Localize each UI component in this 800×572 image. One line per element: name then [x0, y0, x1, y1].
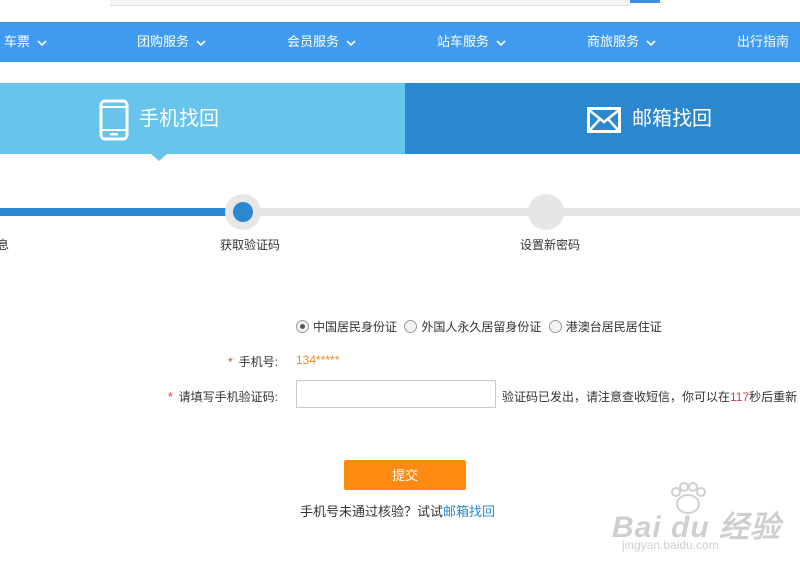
email-recovery-link[interactable]: 邮箱找回: [443, 504, 495, 519]
search-bar-remnant[interactable]: [110, 0, 630, 6]
tab-label: 邮箱找回: [632, 108, 712, 130]
tab-phone-recovery[interactable]: 手机找回: [0, 83, 405, 154]
radio-option-hkmt-permit[interactable]: 港澳台居民居住证: [548, 318, 662, 335]
radio-label: 外国人永久居留身份证: [421, 320, 542, 334]
search-button-remnant[interactable]: [630, 0, 660, 3]
countdown-seconds: 117: [730, 390, 750, 404]
nav-label: 出行指南: [737, 34, 790, 49]
chevron-down-icon: [346, 39, 356, 46]
step-label-previous: 息: [0, 238, 10, 252]
radio-option-foreigner-permit[interactable]: 外国人永久居留身份证: [404, 318, 541, 335]
submit-button[interactable]: 提交: [344, 460, 466, 490]
watermark-url: jingyan.baidu.com: [622, 538, 719, 552]
phone-label-text: 手机号:: [238, 355, 279, 369]
radio-option-resident-id[interactable]: 中国居民身份证: [296, 318, 397, 335]
hint-text-tail: 秒后重新: [749, 390, 798, 404]
chevron-down-icon: [646, 39, 656, 46]
step-marker-next: [528, 194, 564, 230]
required-mark: *: [228, 355, 233, 369]
nav-item-tickets[interactable]: 车票: [4, 22, 47, 62]
id-type-radio-group: 中国居民身份证 外国人永久居留身份证 港澳台居民居住证: [296, 318, 666, 334]
nav-item-business-travel[interactable]: 商旅服务: [587, 22, 656, 62]
radio-button[interactable]: [548, 320, 562, 333]
chevron-down-icon: [496, 39, 506, 46]
radio-button-checked[interactable]: [296, 320, 309, 333]
verification-code-input[interactable]: [296, 380, 496, 408]
step-label-next: 设置新密码: [520, 238, 581, 252]
chevron-down-icon: [196, 39, 206, 46]
nav-label: 商旅服务: [587, 34, 640, 49]
nav-label: 站车服务: [437, 34, 490, 49]
active-tab-pointer: [151, 154, 167, 161]
radio-label: 港澳台居民居住证: [565, 320, 662, 334]
tab-label: 手机找回: [139, 108, 219, 130]
hint-text: 验证码已发出，请注意查收短信，你可以在: [502, 390, 731, 404]
radio-button[interactable]: [404, 320, 418, 333]
chevron-down-icon: [37, 39, 47, 46]
step-label-current: 获取验证码: [220, 238, 281, 252]
code-label: * 请填写手机验证码:: [168, 388, 278, 405]
progress-steps: 息 获取验证码 设置新密码: [0, 190, 800, 260]
nav-label: 团购服务: [137, 34, 190, 49]
nav-item-group-buy[interactable]: 团购服务: [137, 22, 206, 62]
progress-track-completed: [0, 208, 243, 216]
tab-email-recovery[interactable]: 邮箱找回: [405, 83, 800, 154]
phone-label: * 手机号:: [228, 353, 278, 370]
nav-item-station[interactable]: 站车服务: [437, 22, 506, 62]
required-mark: *: [168, 390, 173, 404]
step-marker-current-dot: [233, 202, 253, 222]
nav-label: 车票: [4, 34, 31, 49]
recovery-method-tabs: 手机找回 邮箱找回: [0, 83, 800, 154]
nav-item-travel-guide[interactable]: 出行指南: [737, 22, 789, 62]
baidu-jingyan-watermark: Bai du 经验 jingyan.baidu.com: [612, 482, 782, 554]
phone-number-masked: 134*****: [296, 353, 340, 367]
phone-icon: [99, 99, 129, 141]
envelope-icon: [587, 107, 621, 133]
alternative-method-prompt: 手机号未通过核验？试试邮箱找回: [300, 501, 495, 520]
top-strip: [0, 0, 800, 22]
main-nav: 车票 团购服务 会员服务 站车服务 商旅服务 出行指南: [0, 22, 800, 62]
code-label-text: 请填写手机验证码:: [178, 390, 279, 404]
code-sent-hint: 验证码已发出，请注意查收短信，你可以在117秒后重新: [502, 388, 797, 405]
alt-text: 手机号未通过核验？试试: [300, 504, 444, 519]
nav-item-member[interactable]: 会员服务: [287, 22, 356, 62]
radio-label: 中国居民身份证: [313, 320, 398, 334]
nav-label: 会员服务: [287, 34, 340, 49]
